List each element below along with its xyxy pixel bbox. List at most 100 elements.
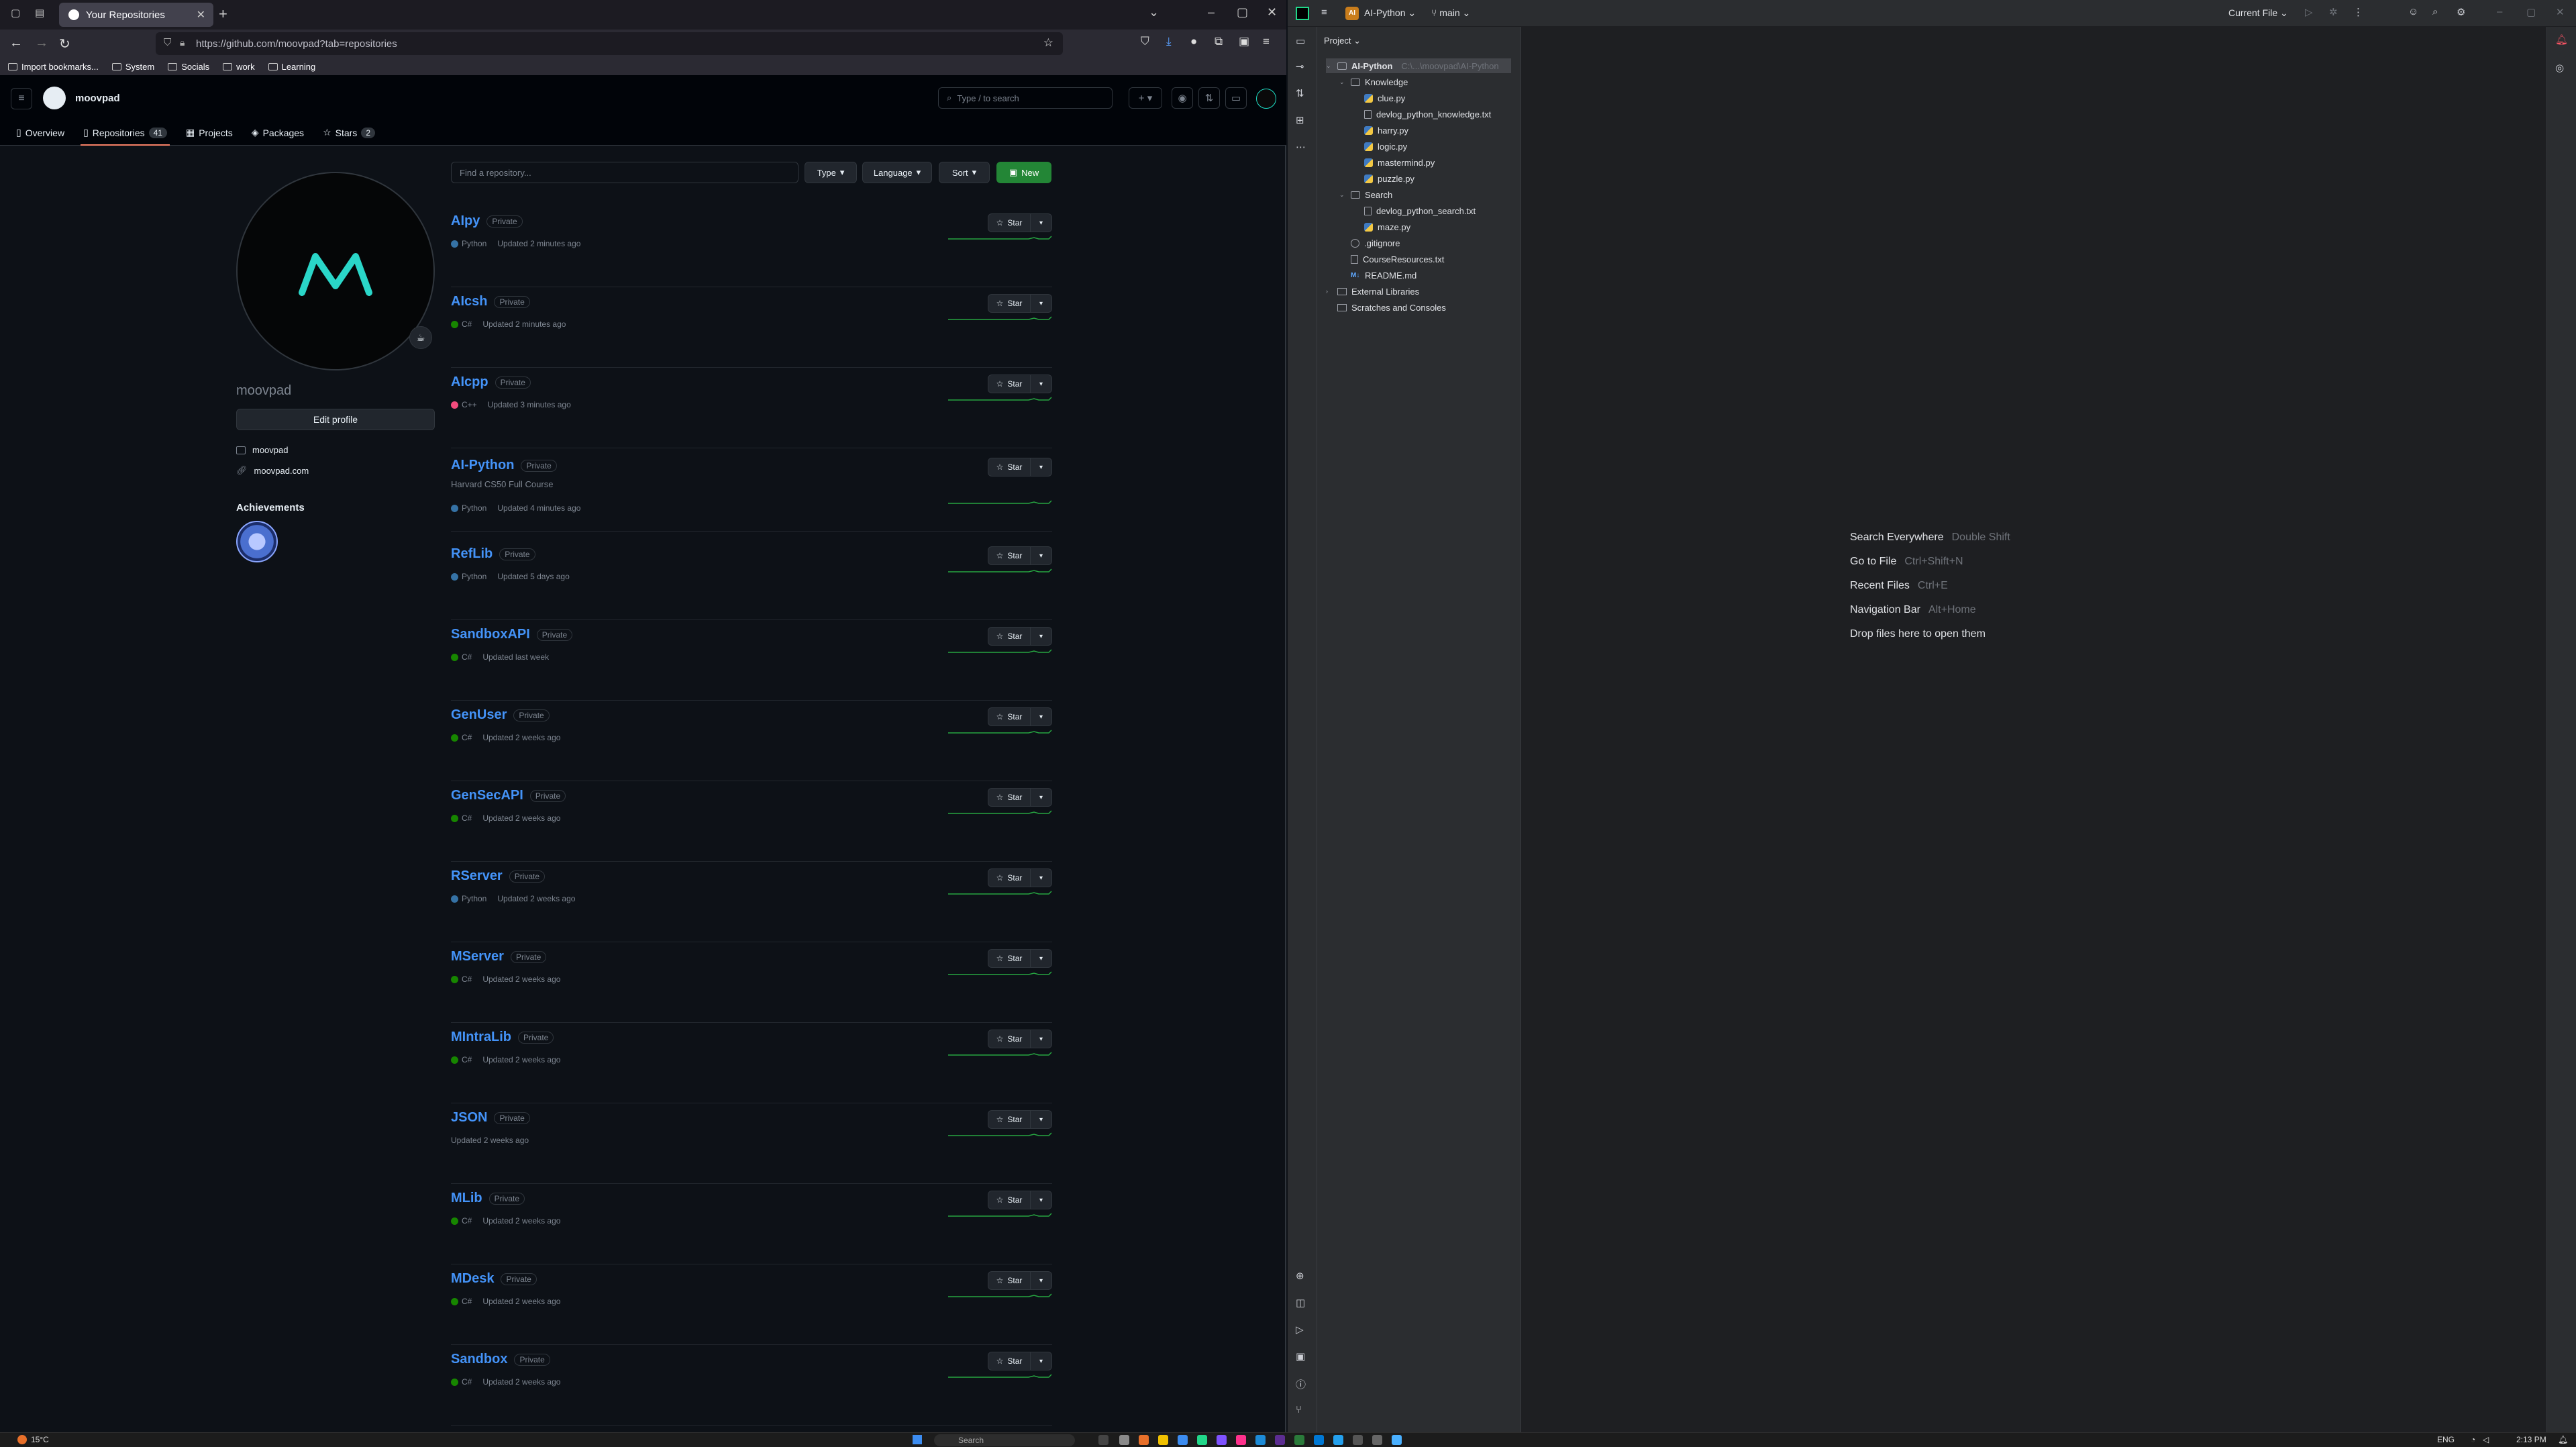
taskbar-visual-studio-icon[interactable] xyxy=(1275,1435,1285,1445)
tree-item[interactable]: M↓ README.md xyxy=(1339,268,1416,283)
edit-profile-button[interactable]: Edit profile xyxy=(236,409,435,430)
tab-overview[interactable]: ▯ Overview xyxy=(16,119,64,146)
extension-icon[interactable]: ● xyxy=(1190,35,1197,48)
python-packages-icon[interactable]: ⊕ xyxy=(1296,1270,1304,1282)
account-icon[interactable]: ☺ xyxy=(2408,6,2418,17)
close-window-icon[interactable]: ✕ xyxy=(1267,5,1277,19)
profile-website[interactable]: 🔗︎ moovpad.com xyxy=(236,465,309,476)
layers-icon[interactable]: ◫ xyxy=(1296,1297,1305,1309)
repo-name-link[interactable]: AIpy xyxy=(451,213,480,229)
problems-icon[interactable]: ⓘ xyxy=(1296,1377,1306,1391)
downloads-icon[interactable]: ⤓ xyxy=(1166,35,1172,48)
network-icon[interactable]: ◔ xyxy=(2471,1435,2475,1444)
tab-sidebar-icon[interactable]: ▤ xyxy=(35,7,44,19)
run-icon[interactable]: ▷ xyxy=(2305,6,2313,18)
project-panel-title[interactable]: Project ⌄ xyxy=(1324,36,1361,46)
repo-name-link[interactable]: GenSecAPI xyxy=(451,788,523,803)
language-filter-button[interactable]: Language ▾ xyxy=(862,162,932,183)
lock-icon[interactable]: 🔒︎ xyxy=(180,37,185,48)
chevron-down-icon[interactable]: ⌄ xyxy=(1339,79,1346,86)
bookmark-folder-work[interactable]: work xyxy=(223,62,255,72)
project-tool-icon[interactable]: ▭ xyxy=(1296,35,1305,47)
repo-name-link[interactable]: AI-Python xyxy=(451,458,514,473)
new-tab-icon[interactable]: + xyxy=(219,5,227,23)
tree-item[interactable]: clue.py xyxy=(1353,91,1405,105)
notifications-icon[interactable]: 🔔︎ xyxy=(2555,34,2568,46)
forward-icon[interactable]: → xyxy=(35,36,48,51)
chevron-right-icon[interactable]: › xyxy=(1326,288,1333,295)
repo-name-link[interactable]: Sandbox xyxy=(451,1352,507,1367)
ide-maximize-icon[interactable]: ▢ xyxy=(2526,6,2536,18)
branch-selector[interactable]: ⑂ main ⌄ xyxy=(1431,7,1470,19)
repo-name-link[interactable]: AIcsh xyxy=(451,294,487,309)
tree-item[interactable]: ⌄ Search xyxy=(1339,187,1392,202)
bookmark-folder-socials[interactable]: Socials xyxy=(168,62,209,72)
taskbar-pycharm-icon[interactable] xyxy=(1197,1435,1207,1445)
repo-name-link[interactable]: SandboxAPI xyxy=(451,627,530,642)
more-actions-icon[interactable]: ⋮ xyxy=(2353,6,2363,18)
taskbar-edge-icon[interactable] xyxy=(1178,1435,1188,1445)
taskbar-explorer-icon[interactable] xyxy=(1158,1435,1168,1445)
repo-name-link[interactable]: MDesk xyxy=(451,1271,494,1287)
project-selector[interactable]: AI-Python ⌄ xyxy=(1364,7,1416,19)
url-bar[interactable]: ⛉ 🔒︎ https://github.com/moovpad?tab=repo… xyxy=(156,32,1063,55)
taskbar-app-icon[interactable] xyxy=(1119,1435,1129,1445)
github-search-input[interactable]: ⌕ Type / to search xyxy=(938,87,1113,109)
shield-icon[interactable]: ⛉ xyxy=(164,37,171,48)
repo-name-link[interactable]: MServer xyxy=(451,949,504,964)
taskbar-search[interactable]: Search xyxy=(934,1434,1075,1446)
back-icon[interactable]: ← xyxy=(9,36,23,51)
tree-item[interactable]: ⌄ AI-Python C:\...\moovpad\AI-Python xyxy=(1326,58,1511,73)
tab-projects[interactable]: ▦ Projects xyxy=(186,119,233,146)
run-config-selector[interactable]: Current File ⌄ xyxy=(2228,7,2288,19)
repo-name-link[interactable]: RefLib xyxy=(451,546,493,562)
type-filter-button[interactable]: Type ▾ xyxy=(805,162,857,183)
taskbar-vscode-icon[interactable] xyxy=(1255,1435,1266,1445)
taskbar-app-icon[interactable] xyxy=(1333,1435,1343,1445)
terminal-icon[interactable]: ▣ xyxy=(1296,1350,1305,1362)
user-avatar[interactable] xyxy=(1256,89,1276,109)
tab-list-icon[interactable]: ▢ xyxy=(11,7,20,19)
taskbar-app-icon[interactable] xyxy=(1353,1435,1363,1445)
bookmark-folder-learning[interactable]: Learning xyxy=(268,62,315,72)
volume-icon[interactable]: ◁ xyxy=(2483,1435,2489,1444)
status-emoji-icon[interactable]: ☕︎ xyxy=(409,326,432,349)
inbox-icon[interactable]: ▭ xyxy=(1225,87,1247,109)
bookmark-folder-system[interactable]: System xyxy=(111,62,154,72)
chevron-down-icon[interactable]: ⌄ xyxy=(1339,191,1346,199)
taskbar-app-icon[interactable] xyxy=(1314,1435,1324,1445)
tree-item[interactable]: Scratches and Consoles xyxy=(1326,300,1446,315)
notification-bell-icon[interactable]: 🔔︎ xyxy=(2558,1435,2568,1444)
tree-item[interactable]: ⌄ Knowledge xyxy=(1339,74,1408,89)
profile-avatar[interactable] xyxy=(236,172,435,370)
chevron-down-icon[interactable]: ⌄ xyxy=(1326,62,1333,70)
tab-packages[interactable]: ◈ Packages xyxy=(252,119,304,146)
browser-menu-icon[interactable]: ≡ xyxy=(1263,35,1270,48)
tree-item[interactable]: puzzle.py xyxy=(1353,171,1414,186)
taskbar-app-icon[interactable] xyxy=(1392,1435,1402,1445)
ide-close-icon[interactable]: ✕ xyxy=(2556,6,2565,18)
settings-gear-icon[interactable]: ⚙ xyxy=(2457,6,2465,18)
sort-button[interactable]: Sort ▾ xyxy=(939,162,990,183)
tree-item[interactable]: .gitignore xyxy=(1339,236,1400,250)
main-menu-icon[interactable]: ≡ xyxy=(1321,7,1327,18)
github-logo-icon[interactable] xyxy=(43,87,66,109)
debug-icon[interactable]: ✲ xyxy=(2329,6,2338,18)
repo-name-link[interactable]: RServer xyxy=(451,868,503,884)
tree-item[interactable]: logic.py xyxy=(1353,139,1407,154)
taskbar-app-icon[interactable] xyxy=(1372,1435,1382,1445)
tab-stars[interactable]: ☆ Stars 2 xyxy=(323,119,375,146)
minimize-icon[interactable]: – xyxy=(1208,5,1215,19)
taskbar-app-icon[interactable] xyxy=(1294,1435,1304,1445)
maximize-icon[interactable]: ▢ xyxy=(1237,5,1248,19)
language-indicator[interactable]: ENG xyxy=(2437,1435,2455,1444)
more-tools-icon[interactable]: ⋯ xyxy=(1296,141,1306,153)
tree-item[interactable]: devlog_python_search.txt xyxy=(1353,203,1476,218)
tree-item[interactable]: mastermind.py xyxy=(1353,155,1435,170)
browser-tab-active[interactable]: Your Repositories ✕ xyxy=(59,3,213,27)
structure-tool-icon[interactable]: ⊞ xyxy=(1296,114,1304,126)
tree-item[interactable]: harry.py xyxy=(1353,123,1408,138)
extensions-puzzle-icon[interactable]: ⧉ xyxy=(1215,35,1223,48)
repo-name-link[interactable]: AIcpp xyxy=(451,375,488,390)
ide-minimize-icon[interactable]: – xyxy=(2497,6,2502,17)
